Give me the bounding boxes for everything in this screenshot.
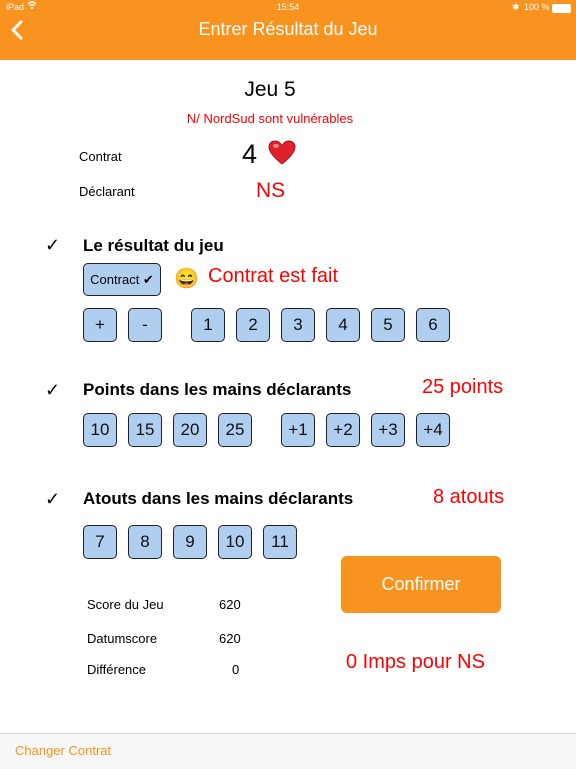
heart-icon (268, 140, 296, 171)
points-plus4-button[interactable]: +4 (416, 413, 450, 447)
contract-button[interactable]: Contract ✔ (83, 263, 161, 296)
bluetooth-icon: ✱ (512, 2, 520, 12)
imps-result: 0 Imps pour NS (346, 651, 485, 673)
trumps-10-button[interactable]: 10 (218, 525, 252, 559)
points-25-button[interactable]: 25 (218, 413, 252, 447)
points-plus3-button[interactable]: +3 (371, 413, 405, 447)
trumps-9-button[interactable]: 9 (173, 525, 207, 559)
change-contract-link[interactable]: Changer Contrat (15, 743, 111, 758)
tricks-6-button[interactable]: 6 (416, 308, 450, 342)
status-time: 15:54 (276, 2, 300, 12)
trumps-title: Atouts dans les mains déclarants (83, 489, 354, 508)
tricks-4-button[interactable]: 4 (326, 308, 360, 342)
battery-icon (552, 4, 571, 13)
trumps-7-button[interactable]: 7 (83, 525, 117, 559)
result-check-icon: ✓ (45, 235, 61, 255)
result-title: Le résultat du jeu (83, 236, 224, 255)
overtrick-plus-button[interactable]: + (83, 308, 117, 342)
declarer-label: Déclarant (79, 184, 135, 199)
game-score-value: 620 (219, 597, 241, 612)
tricks-2-button[interactable]: 2 (236, 308, 270, 342)
result-status: Contrat est fait (208, 265, 339, 287)
points-20-button[interactable]: 20 (173, 413, 207, 447)
trumps-value: 8 atouts (433, 486, 505, 508)
grin-emoji-icon: 😄 (174, 268, 199, 290)
points-title: Points dans les mains déclarants (83, 380, 352, 399)
vulnerability-text: N/ NordSud sont vulnérables (186, 111, 354, 126)
difference-label: Différence (87, 662, 147, 677)
trumps-11-button[interactable]: 11 (263, 525, 297, 559)
datum-score-value: 620 (219, 631, 241, 646)
points-plus2-button[interactable]: +2 (326, 413, 360, 447)
contract-level: 4 (242, 139, 258, 169)
contract-label: Contrat (79, 149, 122, 164)
points-10-button[interactable]: 10 (83, 413, 117, 447)
page-title: Entrer Résultat du Jeu (198, 19, 378, 39)
datum-score-label: Datumscore (87, 631, 158, 646)
tricks-1-button[interactable]: 1 (191, 308, 225, 342)
points-plus1-button[interactable]: +1 (281, 413, 315, 447)
trumps-8-button[interactable]: 8 (128, 525, 162, 559)
declarer-value: NS (256, 179, 286, 202)
game-title: Jeu 5 (244, 78, 296, 101)
game-score-label: Score du Jeu (87, 597, 164, 612)
points-15-button[interactable]: 15 (128, 413, 162, 447)
trumps-check-icon: ✓ (45, 489, 61, 509)
tricks-3-button[interactable]: 3 (281, 308, 315, 342)
tricks-5-button[interactable]: 5 (371, 308, 405, 342)
undertrick-minus-button[interactable]: - (128, 308, 162, 342)
difference-value: 0 (232, 662, 240, 677)
points-value: 25 points (422, 376, 504, 398)
status-battery: 100 % (524, 2, 550, 12)
confirm-button[interactable]: Confirmer (341, 556, 501, 613)
points-check-icon: ✓ (45, 380, 61, 400)
